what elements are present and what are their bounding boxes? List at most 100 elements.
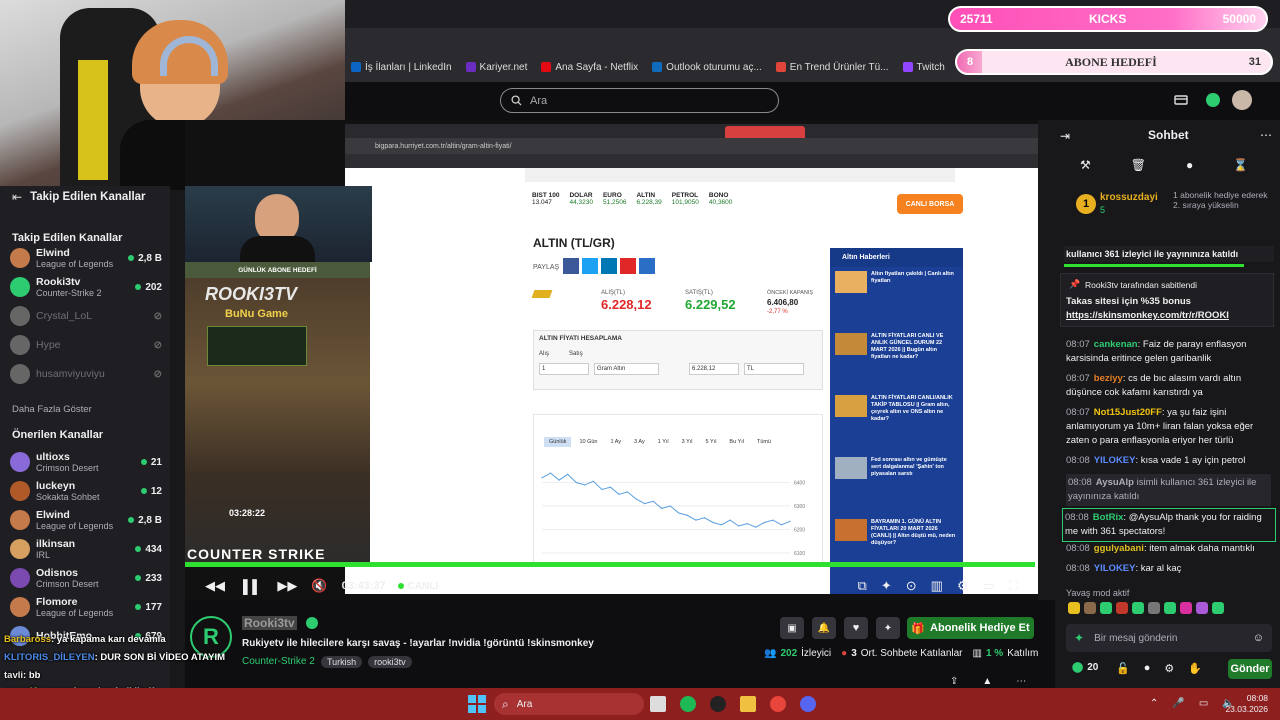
effects-icon[interactable]: ✦ <box>881 578 892 594</box>
chat-username[interactable]: YILOKEY <box>1094 563 1136 574</box>
live-dot <box>140 459 147 465</box>
bubble-icon[interactable]: ● <box>1144 662 1151 675</box>
collapse-chat-icon[interactable]: ⇥ <box>1060 129 1070 143</box>
channel-points[interactable]: ⬤ 20 <box>1072 662 1098 673</box>
forward-icon[interactable]: ▶▶ <box>277 578 297 594</box>
prediction-icon[interactable]: ✋ <box>1188 662 1202 675</box>
sidebar-channel[interactable]: ultioxs Crimson Desert 21 <box>10 448 162 476</box>
share-icon[interactable]: ⇪ <box>950 676 958 687</box>
chat-username[interactable]: Not15Just20FF <box>1094 407 1162 418</box>
bookmark-item[interactable]: Kariyer.net <box>465 62 527 73</box>
sidebar-channel[interactable]: husamviyuviyu ⊘ <box>10 360 162 388</box>
mic-icon[interactable]: 🎤 <box>1172 698 1184 709</box>
clip-icon[interactable]: ⧉ <box>858 578 867 594</box>
tag-language[interactable]: Turkish <box>321 656 363 668</box>
chrome-icon[interactable] <box>770 696 786 712</box>
chat-username[interactable]: ggulyabani <box>1094 543 1144 554</box>
stream-progress-bar[interactable] <box>185 562 1035 567</box>
tag-channel[interactable]: rooki3tv <box>368 656 412 668</box>
rewind-icon[interactable]: ◀◀ <box>205 578 225 594</box>
bookmark-item[interactable]: Ana Sayfa - Netflix <box>541 62 638 73</box>
bookmark-item[interactable]: En Trend Ürünler Tü... <box>775 62 889 73</box>
chat-username[interactable]: BotRix <box>1093 512 1124 523</box>
emote-icon[interactable] <box>1180 602 1192 614</box>
sidebar-channel[interactable]: Elwind League of Legends 2,8 B <box>10 506 162 534</box>
follow-heart-button[interactable]: ♥ <box>844 617 868 639</box>
clip-button[interactable]: ▣ <box>780 617 804 639</box>
clock[interactable]: 08:08 23.03.2026 <box>1218 693 1268 715</box>
sidebar-channel[interactable]: ilkinsan IRL 434 <box>10 535 162 563</box>
prime-icon[interactable] <box>1174 93 1188 107</box>
channel-name[interactable]: Rooki3tv <box>242 616 297 630</box>
bookmark-item[interactable]: Outlook oturumu aç... <box>652 62 762 73</box>
volume-icon[interactable]: 🔇 <box>311 578 327 594</box>
sidebar-channel[interactable]: Rooki3tv Counter-Strike 2 202 <box>10 273 162 301</box>
bookmark-item[interactable]: Twitch <box>902 62 945 73</box>
user-avatar[interactable] <box>1232 90 1252 110</box>
send-button[interactable]: Gönder <box>1228 659 1272 679</box>
play-icon[interactable]: ▌▌ <box>243 579 261 594</box>
sidebar-channel[interactable]: Hype ⊘ <box>10 331 162 359</box>
notification-bell[interactable]: 🔔 <box>812 617 836 639</box>
sparkle-icon: ✦ <box>1074 631 1085 645</box>
fullscreen-icon[interactable]: ⛶ <box>1009 578 1018 594</box>
search-bar[interactable]: Ara <box>500 88 779 113</box>
chat-settings-icon[interactable]: ⚙ <box>1164 662 1174 675</box>
show-more-link[interactable]: Daha Fazla Göster <box>12 404 92 415</box>
steam-icon[interactable] <box>710 696 726 712</box>
sidebar-channel[interactable]: Elwind League of Legends 2,8 B <box>10 244 162 272</box>
emote-icon[interactable] <box>1100 602 1112 614</box>
stream-game[interactable]: Counter-Strike 2 <box>242 656 315 667</box>
folder-icon[interactable] <box>740 696 756 712</box>
tray-chevron-icon[interactable]: ⌃ <box>1150 698 1158 709</box>
report-icon[interactable]: ▲ <box>982 676 992 687</box>
hammer-icon[interactable]: ⚒ <box>1080 158 1091 172</box>
emote-icon[interactable] <box>1196 602 1208 614</box>
emote-icon[interactable] <box>1148 602 1160 614</box>
emote-icon[interactable] <box>1084 602 1096 614</box>
chat-menu-icon[interactable]: ⋯ <box>1260 128 1272 142</box>
sidebar-channel[interactable]: Crystal_LoL ⊘ <box>10 302 162 330</box>
chat-actions: 🔓 ● ⚙ ✋ <box>1116 662 1202 675</box>
emote-icon[interactable] <box>1164 602 1176 614</box>
task-view-icon[interactable] <box>650 696 666 712</box>
emote-icon[interactable] <box>1116 602 1128 614</box>
stream-tags: Turkish rooki3tv <box>321 656 412 668</box>
chat-username[interactable]: cankenan <box>1094 339 1138 350</box>
chat-username[interactable]: YILOKEY <box>1094 455 1136 466</box>
sidebar-channel[interactable]: luckeyn Sokakta Sohbet 12 <box>10 477 162 505</box>
spotify-icon[interactable] <box>680 696 696 712</box>
hourglass-icon[interactable]: ⌛ <box>1233 158 1248 172</box>
unlock-icon[interactable]: 🔓 <box>1116 662 1130 675</box>
chat-input[interactable]: ✦ Bir mesaj gönderin ☺ <box>1066 624 1272 652</box>
taskbar-search[interactable]: ⌕ Ara <box>494 693 644 715</box>
chat-username[interactable]: beziyy <box>1094 373 1123 384</box>
start-icon[interactable] <box>468 695 486 713</box>
sidebar-channel[interactable]: Odisnos Crimson Desert 233 <box>10 564 162 592</box>
emoji-icon[interactable]: ☺ <box>1253 632 1264 644</box>
chat-username[interactable]: AysuAlp <box>1096 477 1134 488</box>
boost-button[interactable]: ✦ <box>876 617 900 639</box>
pinned-link[interactable]: https://skinsmonkey.com/tr/r/ROOKI <box>1066 310 1229 321</box>
gift-sub-button[interactable]: 🎁 Abonelik Hediye Et <box>907 617 1034 639</box>
theater-icon[interactable]: ▭ <box>983 578 995 594</box>
settings-icon[interactable]: ⚙ <box>957 578 969 594</box>
discord-icon[interactable] <box>800 696 816 712</box>
chat-bubble-icon[interactable]: ● <box>1186 158 1193 172</box>
emote-icon[interactable] <box>1132 602 1144 614</box>
emote-icon[interactable] <box>1212 602 1224 614</box>
chart-point <box>626 491 629 493</box>
sync-icon[interactable]: ⊙ <box>906 578 917 594</box>
sidebar-channel[interactable]: Flomore League of Legends 177 <box>10 593 162 621</box>
more-icon[interactable]: ⋯ <box>1016 676 1026 687</box>
chat-timestamp: 08:08 <box>1066 455 1090 466</box>
kick-extension-icon[interactable] <box>1206 93 1220 107</box>
emote-icon[interactable] <box>1068 602 1080 614</box>
channel-game: Crimson Desert <box>36 578 99 589</box>
collapse-sidebar[interactable]: ⇤ Takip Edilen Kanallar <box>12 190 146 204</box>
trash-icon[interactable]: 🗑 <box>1131 158 1146 172</box>
calculator-box: ALTIN FİYATI HESAPLAMA Alış Satış 1 Gram… <box>533 330 823 390</box>
bookmark-item[interactable]: İş İlanları | LinkedIn <box>351 62 452 73</box>
network-icon[interactable]: ▭ <box>1199 698 1208 709</box>
stats-icon[interactable]: ▥ <box>931 578 943 594</box>
